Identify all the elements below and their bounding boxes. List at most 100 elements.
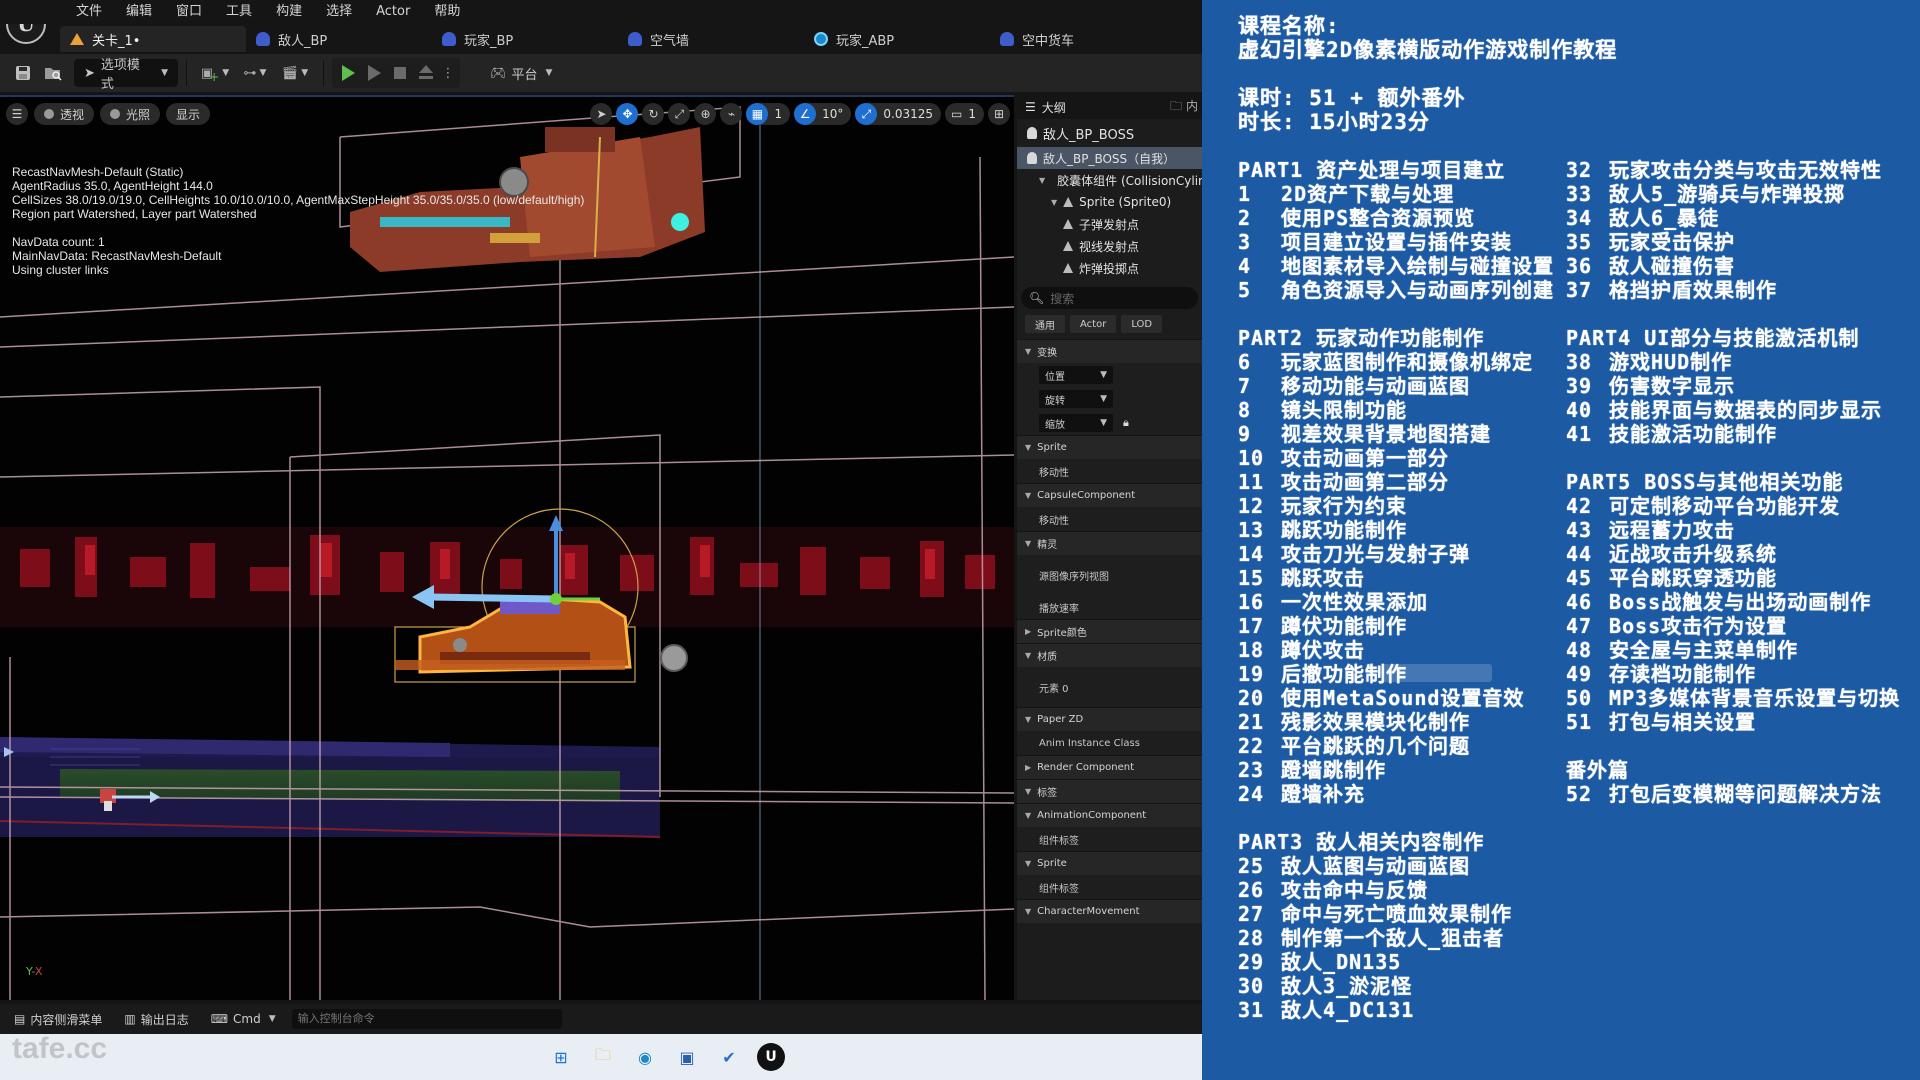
menu-item[interactable]: 窗口 [164,2,214,22]
scale-tool-icon[interactable]: ⤢ [668,103,691,125]
output-log-button[interactable]: ▥ 输出日志 [118,1011,194,1028]
content-browser-tab[interactable]: 🗀︎ 内 [1170,97,1198,118]
blueprint-menu-button[interactable]: ⊶ ▼ [235,59,275,87]
collapse-arrow-icon[interactable]: ▼ [1025,443,1031,452]
document-tabs: 关卡_1• 敌人_BP 玩家_BP 空气墙 玩家_ABP 空中货车 [60,26,1202,52]
details-category[interactable]: ▼ Sprite [1017,851,1202,875]
details-category[interactable]: ▼ CapsuleComponent [1017,483,1202,507]
lighting-button[interactable]: 光照 [100,103,161,125]
transform-dropdown[interactable]: 旋转 ▼ [1039,390,1113,408]
transform-dropdown[interactable]: 位置 ▼ [1039,366,1113,384]
details-category[interactable]: ▼ Paper ZD [1017,707,1202,731]
document-tab[interactable]: 敌人_BP [246,26,432,52]
document-tab[interactable]: 空气墙 [618,26,804,52]
translate-tool-icon[interactable]: ✥ [616,103,639,125]
rotation-snap-toggle[interactable]: ∠ 10° [794,103,852,125]
details-category[interactable]: ▼ CharacterMovement [1017,899,1202,923]
collapse-arrow-icon[interactable]: ▼ [1025,811,1031,820]
windows-start-icon[interactable]: ⊞ [547,1043,575,1071]
details-category[interactable]: ▼ 标签 [1017,779,1202,803]
outliner-item[interactable]: 敌人_BP_BOSS（自我） [1017,147,1202,169]
document-tab[interactable]: 关卡_1• [60,26,246,52]
filter-button[interactable]: 通用 [1025,315,1065,333]
collapse-arrow-icon[interactable]: ▼ [1025,491,1031,500]
collapse-arrow-icon[interactable]: ▼ [1025,859,1031,868]
outliner-item[interactable]: 子弹发射点 [1017,213,1202,235]
collapse-arrow-icon[interactable]: ▼ [1025,907,1031,916]
outliner-item[interactable]: ▼ Sprite (Sprite0) [1017,191,1202,213]
level-viewport[interactable]: ☰ 透视 光照 显示 ➤ ✥ ↻ ⤢ ⊕ ⌁ ▦ 1 ∠ 10° ⤢ 0.03125 … [0,95,1014,1000]
collapse-arrow-icon[interactable]: ▼ [1025,347,1031,356]
menu-item[interactable]: 构建 [264,2,314,22]
content-drawer-button[interactable]: ▤ 内容侧滑菜单 [8,1011,108,1028]
scale-snap-toggle[interactable]: ⤢ 0.03125 [855,103,942,125]
document-tab[interactable]: 玩家_ABP [804,26,990,52]
outliner-item[interactable]: 视线发射点 [1017,235,1202,257]
file-explorer-icon[interactable]: 🗀︎ [589,1043,617,1071]
save-icon[interactable] [8,59,38,87]
grid-snap-toggle[interactable]: ▦ 1 [746,103,791,125]
syllabus-part-heading: PART2 玩家动作功能制作 [1238,326,1485,350]
selection-mode-dropdown[interactable]: ➤ 选项模式 ▼ [74,58,178,92]
details-category[interactable]: ▼ 变换 [1017,339,1202,363]
advance-frame-button[interactable] [362,59,386,87]
expand-arrow-icon[interactable]: ▼ [1051,198,1057,207]
lock-icon[interactable]: 🔒︎ [1123,416,1129,430]
menu-item[interactable]: 工具 [214,2,264,22]
viewport-menu-icon[interactable]: ☰ [6,103,28,125]
collapse-arrow-icon[interactable]: ▼ [1025,651,1031,660]
details-category[interactable]: ▼ 精灵 [1017,531,1202,555]
expand-arrow-icon[interactable]: ▶ [1025,627,1031,636]
add-actor-button[interactable]: ▣ + ▼ [195,59,235,87]
console-command-input[interactable] [291,1009,562,1029]
details-category[interactable]: ▶ Sprite颜色 [1017,619,1202,643]
outliner-root[interactable]: 敌人_BP_BOSS [1017,119,1202,147]
details-category[interactable]: ▶ Render Component [1017,755,1202,779]
eject-button[interactable] [414,59,438,87]
lesson-title: 一次性效果添加 [1281,590,1429,614]
menu-item[interactable]: 文件 [64,2,114,22]
outliner-item[interactable]: 炸弹投掷点 [1017,257,1202,279]
select-tool-icon[interactable]: ➤ [590,103,613,125]
more-options-button[interactable]: ⋮ [440,59,456,87]
menu-item[interactable]: 编辑 [114,2,164,22]
filter-button[interactable]: LOD [1121,315,1163,333]
expand-arrow-icon[interactable]: ▼ [1039,176,1045,185]
expand-arrow-icon[interactable]: ▶ [1025,763,1031,772]
menu-item[interactable]: Actor [364,2,422,22]
world-space-icon[interactable]: ⊕ [694,103,717,125]
store-icon[interactable]: ▣ [673,1043,701,1071]
platforms-dropdown[interactable]: 🎮︎ 平台 ▼ [490,59,552,87]
camera-speed-button[interactable]: ▭ 1 [945,103,984,125]
browse-folder-icon[interactable] [38,59,68,87]
surface-snap-icon[interactable]: ⌁ [720,103,743,125]
show-button[interactable]: 显示 [166,103,211,125]
lesson-title: 敌人3_淤泥怪 [1281,974,1413,998]
stop-button[interactable] [388,59,412,87]
document-tab[interactable]: 玩家_BP [432,26,618,52]
filter-button[interactable]: Actor [1070,315,1117,333]
rotate-tool-icon[interactable]: ↻ [642,103,665,125]
details-category[interactable]: ▼ AnimationComponent [1017,803,1202,827]
perspective-button[interactable]: 透视 [34,103,95,125]
lesson-title: 平台跳跃的几个问题 [1281,734,1471,758]
collapse-arrow-icon[interactable]: ▼ [1025,715,1031,724]
document-tab[interactable]: 空中货车 [990,26,1176,52]
play-button[interactable] [336,59,360,87]
cmd-dropdown[interactable]: ⌨ Cmd ▼ [205,1012,282,1026]
unreal-taskbar-icon[interactable]: U [757,1043,785,1071]
details-category[interactable]: ▼ Sprite [1017,435,1202,459]
cinematics-button[interactable]: 🎬︎ ▼ [275,59,315,87]
collapse-arrow-icon[interactable]: ▼ [1025,539,1031,548]
property-label: 组件标签 [1039,883,1079,895]
outliner-item[interactable]: ▼ 胶囊体组件 (CollisionCylinder) [1017,169,1202,191]
maximize-viewport-icon[interactable]: ⊞ [988,103,1010,125]
details-search[interactable]: 🔍︎ 搜索 [1021,287,1198,309]
details-category[interactable]: ▼ 材质 [1017,643,1202,667]
menu-item[interactable]: 选择 [314,2,364,22]
transform-dropdown[interactable]: 缩放 ▼ [1039,414,1113,432]
menu-item[interactable]: 帮助 [422,2,472,22]
collapse-arrow-icon[interactable]: ▼ [1025,787,1031,796]
app-icon[interactable]: ✔ [715,1043,743,1071]
edge-browser-icon[interactable]: ◉ [631,1043,659,1071]
